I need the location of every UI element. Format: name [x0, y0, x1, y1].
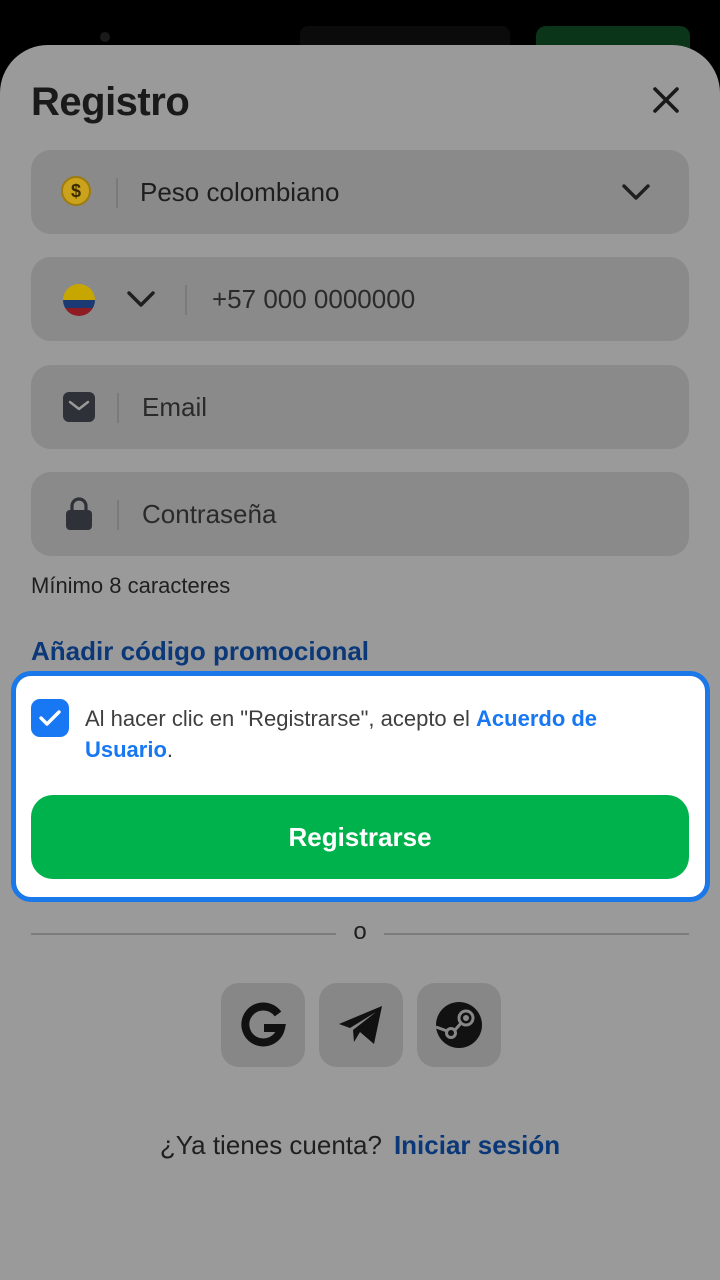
divider-label: o	[353, 918, 367, 945]
colombia-flag-icon	[63, 284, 95, 316]
camera-dot	[100, 32, 110, 42]
divider-line	[31, 933, 336, 935]
password-hint: Mínimo 8 caracteres	[31, 573, 231, 598]
divider-line	[384, 933, 689, 935]
lock-icon	[66, 497, 92, 530]
agreement-text-before: Al hacer clic en "Registrarse", acepto e…	[85, 706, 477, 731]
password-placeholder: Contraseña	[142, 499, 277, 529]
field-divider	[116, 178, 118, 208]
phone-field[interactable]: +57 000 0000000	[31, 257, 689, 341]
chevron-down-icon	[127, 291, 155, 307]
currency-value: Peso colombiano	[140, 177, 340, 207]
login-prompt: ¿Ya tienes cuenta? Iniciar sesión	[0, 1130, 720, 1161]
agreement-text: Al hacer clic en "Registrarse", acepto e…	[85, 703, 675, 765]
phone-placeholder: +57 000 0000000	[212, 284, 416, 314]
agreement-text-after: .	[166, 737, 174, 762]
email-field[interactable]: Email	[31, 365, 689, 449]
password-field[interactable]: Contraseña	[31, 472, 689, 556]
email-placeholder: Email	[142, 392, 208, 422]
page-title: Registro	[31, 80, 190, 124]
field-divider	[117, 500, 119, 530]
google-login-button[interactable]	[221, 983, 305, 1067]
field-divider	[185, 285, 187, 315]
login-link[interactable]: Iniciar sesión	[394, 1130, 560, 1160]
telegram-icon	[339, 1006, 382, 1044]
field-divider	[117, 393, 119, 423]
envelope-icon	[63, 392, 95, 422]
login-question: ¿Ya tienes cuenta?	[159, 1130, 382, 1160]
steam-icon	[435, 1002, 482, 1048]
checkmark-icon	[39, 710, 61, 726]
telegram-login-button[interactable]	[319, 983, 403, 1067]
agreement-checkbox[interactable]	[31, 699, 69, 737]
chevron-down-icon	[622, 184, 650, 200]
steam-login-button[interactable]	[417, 983, 501, 1067]
google-icon	[241, 1002, 286, 1047]
close-icon	[653, 87, 679, 113]
promo-code-link[interactable]: Añadir código promocional	[31, 636, 369, 667]
register-button[interactable]: Registrarse	[31, 795, 689, 879]
close-button[interactable]	[646, 80, 686, 120]
dollar-coin-icon: $	[61, 176, 91, 206]
coin-symbol: $	[70, 180, 81, 201]
currency-select[interactable]: Peso colombiano	[31, 150, 689, 234]
